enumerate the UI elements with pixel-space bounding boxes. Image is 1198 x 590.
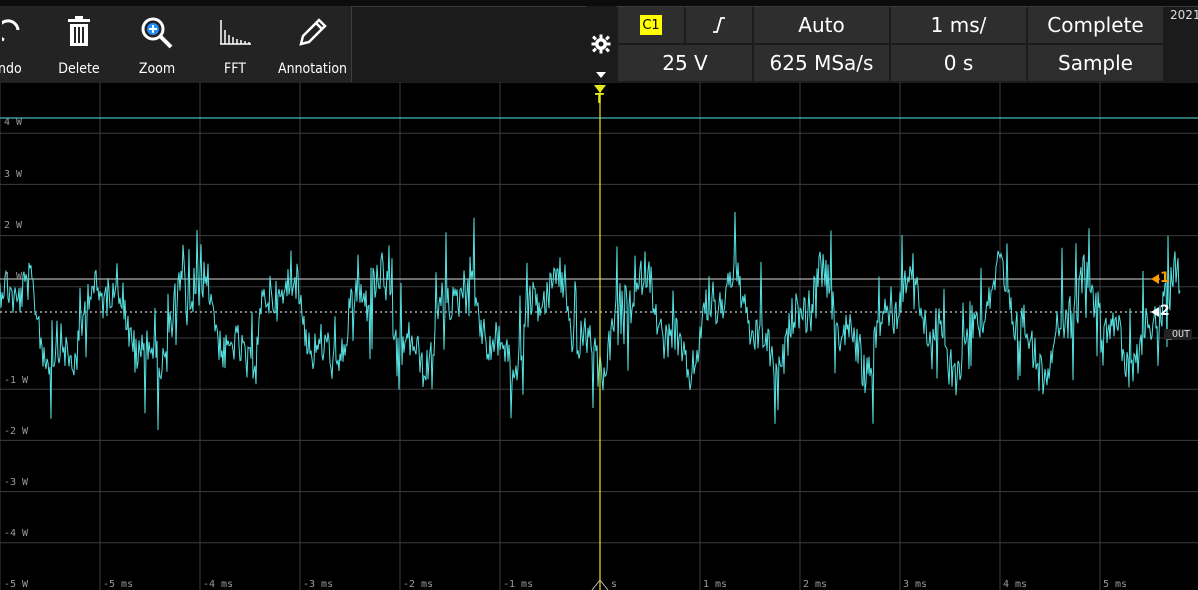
rising-edge-icon (713, 17, 725, 33)
undo-button[interactable]: ndo (0, 6, 41, 82)
dropdown-arrow-icon (596, 72, 606, 78)
time-offset[interactable]: 0 s (891, 45, 1026, 81)
y-label-1: 1 W (4, 271, 23, 282)
channel-badge: C1 (640, 15, 662, 35)
vertical-scale[interactable]: 25 V (618, 45, 752, 81)
fft-icon (220, 20, 251, 45)
zoom-button[interactable]: Zoom (118, 6, 197, 82)
trigger-mode[interactable]: Auto (754, 7, 889, 43)
time-scale[interactable]: 1 ms/ (891, 7, 1026, 43)
x-label-0: s (611, 579, 618, 590)
x-label-2: 2 ms (803, 579, 828, 590)
y-label-4: 4 W (4, 117, 23, 128)
gear-icon (591, 34, 611, 54)
y-label-neg1: -1 W (4, 375, 29, 386)
output-label: _OUT (1164, 329, 1193, 340)
x-label-neg5: -5 ms (103, 579, 134, 590)
x-label-3: 3 ms (903, 579, 928, 590)
marker-1-label[interactable]: 1 (1160, 270, 1170, 286)
x-label-neg4: -4 ms (203, 579, 234, 590)
marker-1-arrow-icon[interactable] (1151, 274, 1159, 284)
channel-cell[interactable]: C1 (618, 7, 684, 43)
waveform-area[interactable] (0, 82, 1198, 590)
zoom-label: Zoom (138, 61, 176, 77)
x-label-4: 4 ms (1003, 579, 1028, 590)
fft-button[interactable]: FFT (196, 6, 275, 82)
trigger-marker-label: T (595, 92, 604, 107)
y-label-neg5: -5 W (4, 579, 29, 590)
y-label-neg3: -3 W (4, 477, 29, 488)
x-label-neg3: -3 ms (303, 579, 334, 590)
acquisition-state[interactable]: Complete (1028, 7, 1163, 43)
y-label-3: 3 W (4, 169, 23, 180)
trigger-slope-cell[interactable] (686, 7, 752, 43)
x-label-neg1: -1 ms (503, 579, 534, 590)
undo-label: ndo (0, 61, 22, 77)
y-label-neg2: -2 W (4, 426, 29, 437)
x-label-5: 5 ms (1103, 579, 1128, 590)
x-label-neg2: -2 ms (403, 579, 434, 590)
annotation-button[interactable]: Annotation (274, 6, 352, 82)
settings-button[interactable] (586, 6, 616, 82)
undo-icon (2, 19, 20, 42)
fft-label: FFT (224, 61, 246, 77)
x-label-1: 1 ms (703, 579, 728, 590)
trash-icon (68, 16, 90, 46)
delete-label: Delete (58, 61, 100, 77)
marker-2-label[interactable]: 2 (1160, 303, 1170, 319)
waveform-trace (0, 211, 1181, 431)
sample-rate[interactable]: 625 MSa/s (754, 45, 889, 81)
scope-display[interactable]: T 4 W 3 W 2 W 1 W -1 W -2 W -3 W -4 W -5… (0, 82, 1198, 590)
marker-2-arrow-icon[interactable] (1151, 307, 1159, 317)
acquisition-mode[interactable]: Sample (1028, 45, 1163, 81)
zoom-icon (141, 17, 173, 49)
y-label-neg4: -4 W (4, 528, 29, 539)
delete-button[interactable]: Delete (40, 6, 119, 82)
annotation-label: Annotation (277, 61, 348, 77)
pencil-icon (298, 18, 327, 46)
toolbar: ndo Delete Zoom FFT Annotation C1 Auto 1… (0, 0, 1198, 82)
y-label-2: 2 W (4, 220, 23, 231)
grid (0, 82, 1198, 590)
date-stamp: 2021 (1170, 8, 1198, 22)
